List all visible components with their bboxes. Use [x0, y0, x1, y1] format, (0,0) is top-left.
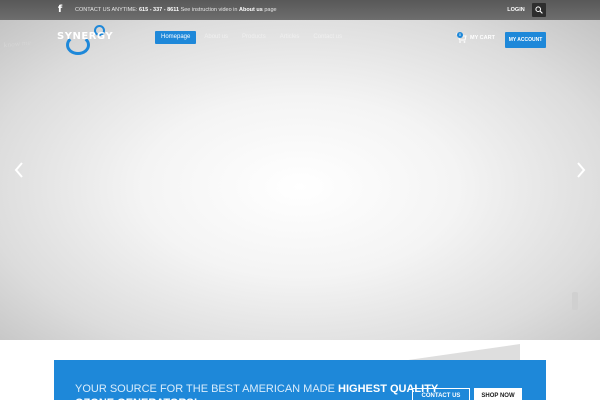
- about-us-link[interactable]: About us: [239, 7, 263, 13]
- phone-number[interactable]: 615 - 337 - 8611: [139, 7, 179, 13]
- cart-label: MY CART: [470, 35, 495, 41]
- scroll-indicator[interactable]: [572, 292, 578, 310]
- chevron-right-icon: [577, 162, 586, 178]
- chevron-left-icon: [14, 162, 23, 178]
- slider-next-button[interactable]: [574, 160, 588, 180]
- page-suffix: page: [264, 7, 277, 13]
- synergy-logo[interactable]: SYNERGY: [54, 22, 114, 55]
- login-link[interactable]: LOGIN: [502, 0, 530, 20]
- hero-slider: f CONTACT US ANYTIME: 615 - 337 - 8611 S…: [0, 0, 600, 340]
- contact-prefix: CONTACT US ANYTIME:: [75, 7, 138, 13]
- main-nav: Homepage About us Products Articles Cont…: [155, 31, 350, 44]
- slider-prev-button[interactable]: [12, 160, 26, 180]
- banner-text-regular: YOUR SOURCE FOR THE BEST AMERICAN MADE: [75, 383, 335, 395]
- nav-about-us[interactable]: About us: [198, 31, 234, 44]
- cta-banner: YOUR SOURCE FOR THE BEST AMERICAN MADE H…: [54, 360, 546, 409]
- logo-text: SYNERGY: [57, 31, 114, 42]
- search-icon: [535, 6, 543, 14]
- search-button[interactable]: [532, 3, 546, 17]
- script-watermark: know me: [3, 39, 32, 50]
- contact-us-button[interactable]: CONTACT US: [412, 388, 470, 404]
- banner-text-line2: OZONE GENERATORS!: [75, 397, 198, 409]
- top-bar: f CONTACT US ANYTIME: 615 - 337 - 8611 S…: [0, 0, 600, 20]
- nav-articles[interactable]: Articles: [274, 31, 306, 44]
- facebook-icon[interactable]: f: [56, 4, 64, 16]
- video-text: See instruction video in: [180, 7, 238, 13]
- contact-line: CONTACT US ANYTIME: 615 - 337 - 8611 See…: [75, 0, 277, 20]
- nav-contact-us[interactable]: Contact us: [307, 31, 348, 44]
- nav-homepage[interactable]: Homepage: [155, 31, 197, 44]
- my-account-button[interactable]: MY ACCOUNT: [505, 32, 546, 48]
- nav-products[interactable]: Products: [236, 31, 272, 44]
- banner-headline: YOUR SOURCE FOR THE BEST AMERICAN MADE H…: [75, 382, 438, 410]
- cart-count-badge: 0: [457, 32, 463, 38]
- shop-now-button[interactable]: SHOP NOW: [474, 388, 522, 404]
